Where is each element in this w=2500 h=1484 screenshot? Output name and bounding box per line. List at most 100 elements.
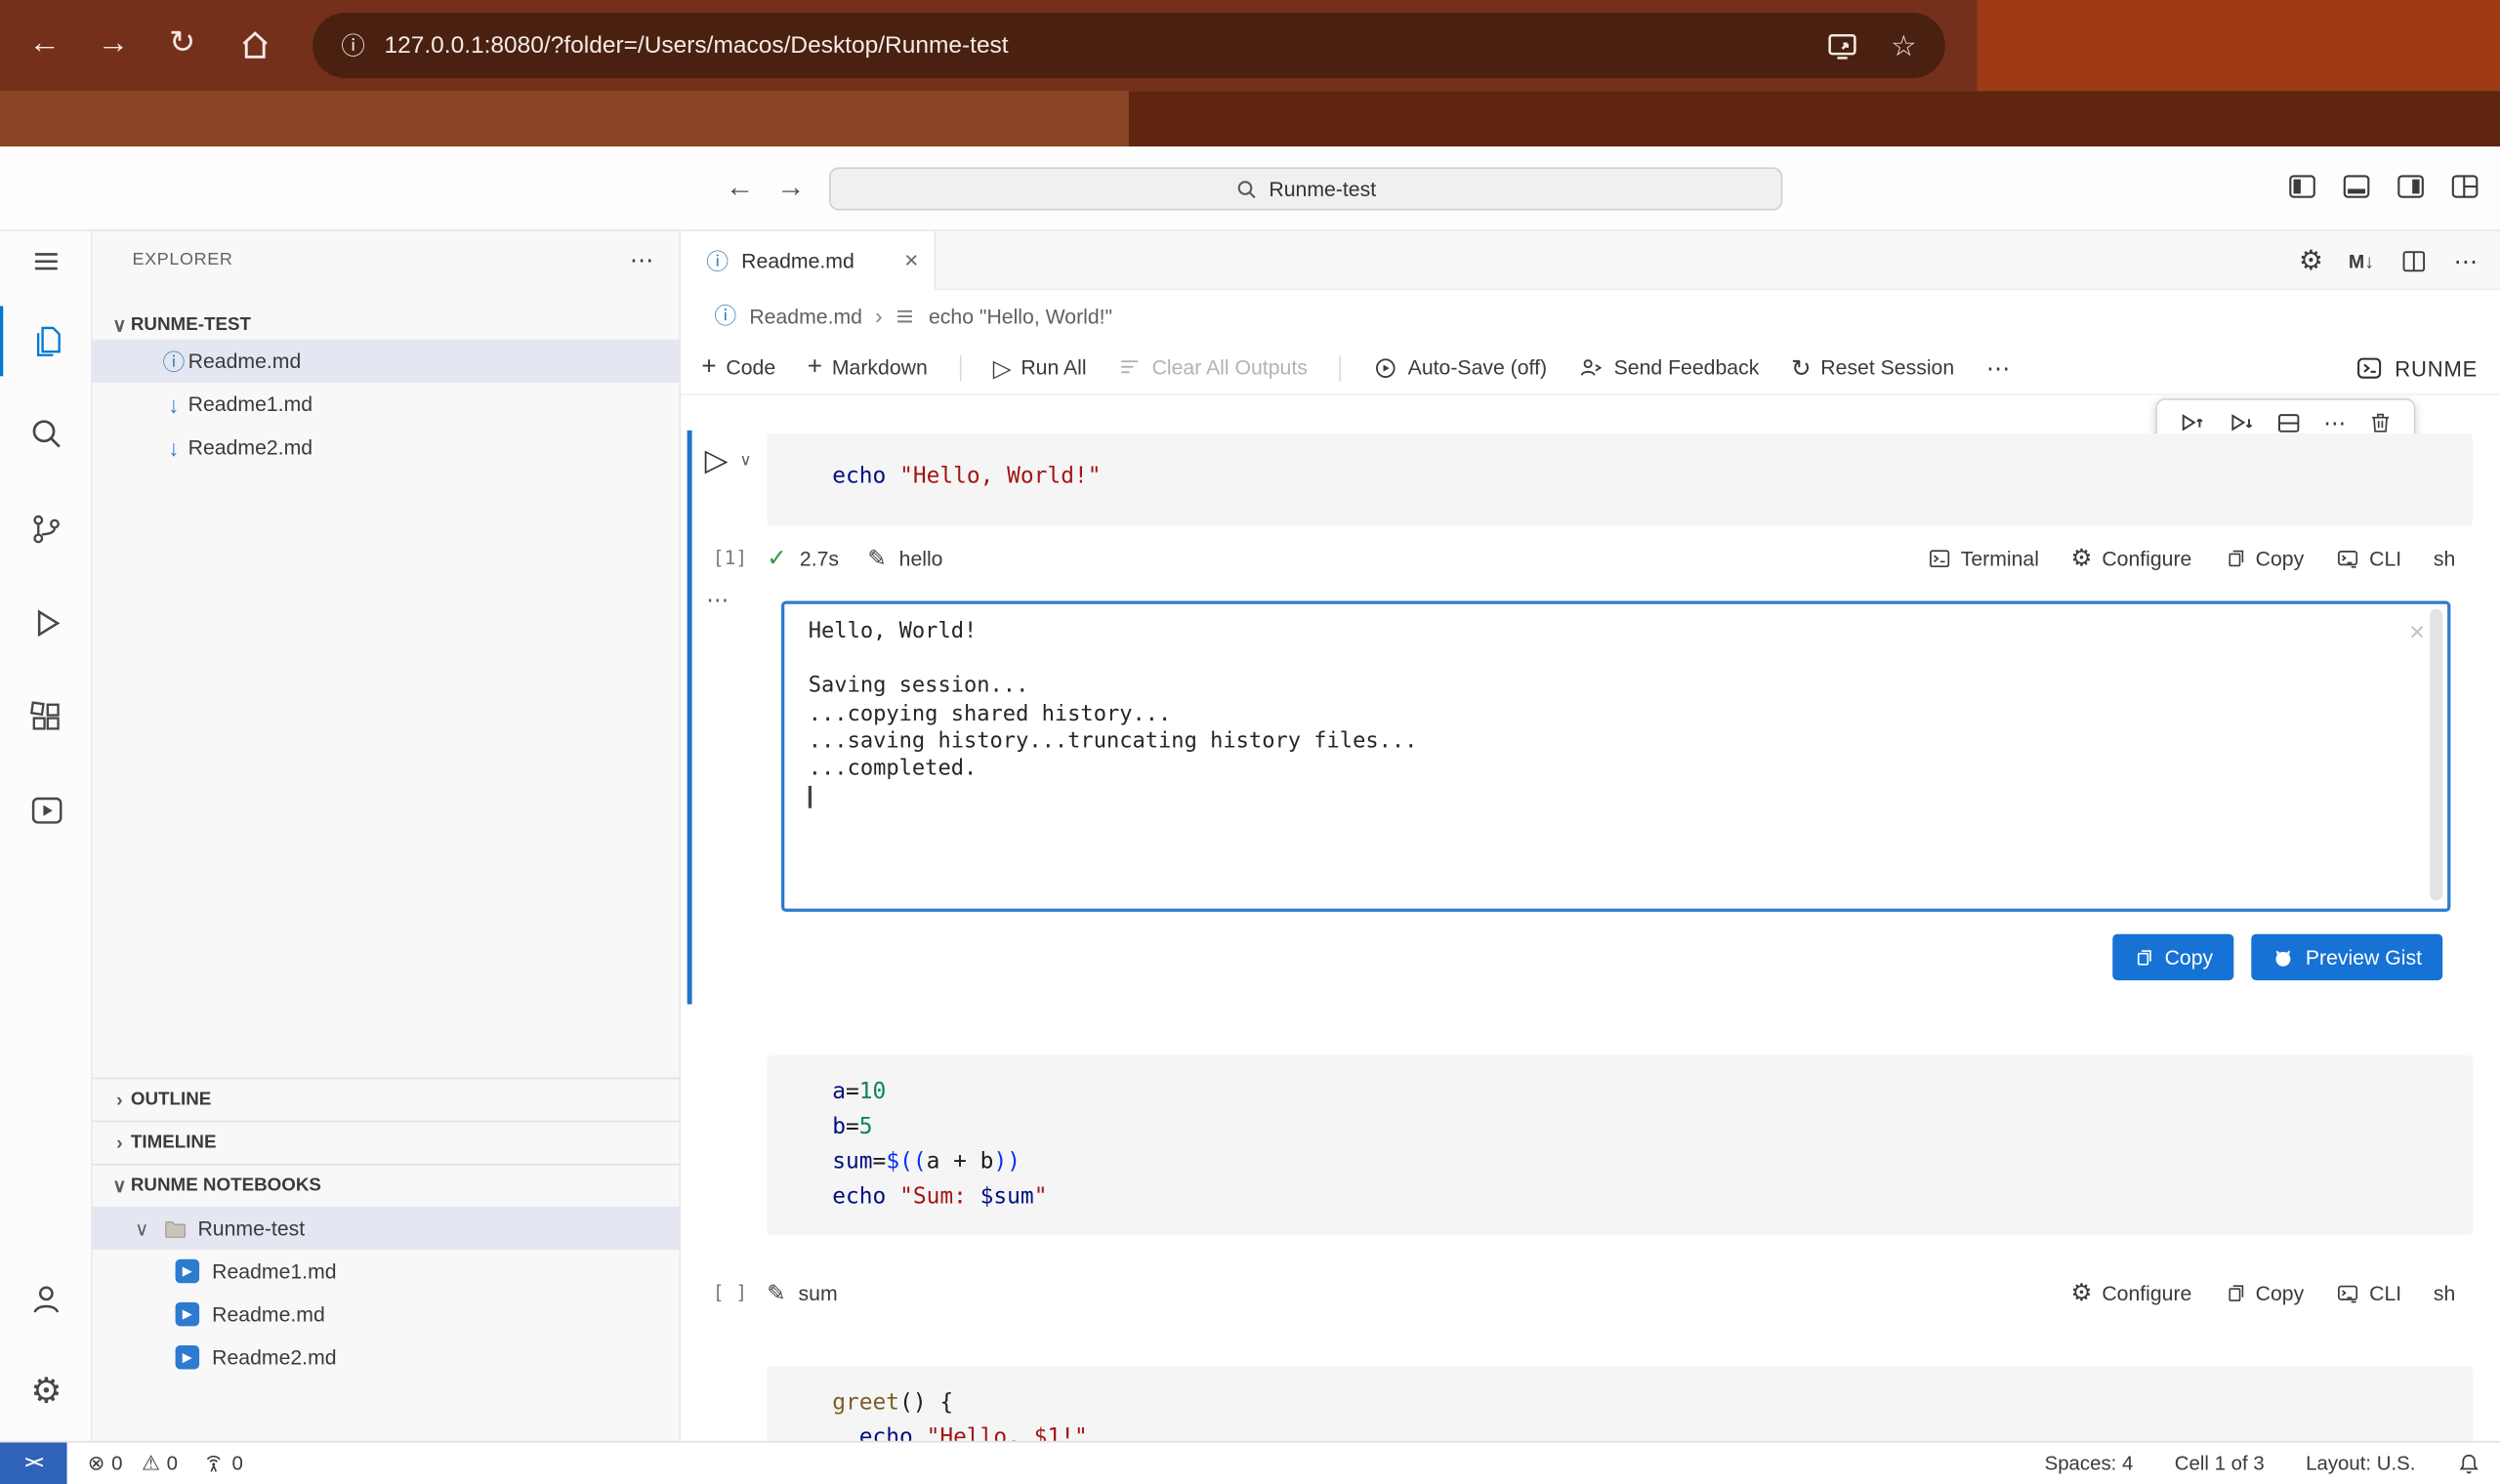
notebook-item-readme2[interactable]: ▶ Readme2.md [93,1336,680,1379]
cell-language[interactable]: sh [2434,1281,2455,1304]
add-markdown-button[interactable]: + Markdown [808,353,928,382]
file-item-readme2[interactable]: ↓ Readme2.md [93,426,680,469]
notebook-settings-gear-icon[interactable]: ⚙ [2299,245,2323,277]
auto-save-button[interactable]: Auto-Save (off) [1373,354,1547,380]
cell-language[interactable]: sh [2434,546,2455,569]
code-cell-2[interactable]: a=10 b=5 sum=$((a + b)) echo "Sum: $sum" [767,1055,2473,1235]
tab-readme[interactable]: ⓘ Readme.md × [681,231,936,290]
notebook-folder-runme-test[interactable]: ∨ Runme-test [93,1207,680,1250]
cli-action[interactable]: CLI [2336,546,2401,569]
settings-gear-icon[interactable]: ⚙ [0,1356,93,1426]
auto-save-icon [1373,354,1398,380]
file-item-readme[interactable]: ⓘ Readme.md [93,340,680,383]
indent-indicator[interactable]: Spaces: 4 [2045,1452,2134,1474]
search-value: Runme-test [1269,177,1376,200]
accounts-icon[interactable] [0,1264,93,1335]
remote-indicator[interactable]: >< [0,1443,67,1484]
code-cell-1[interactable]: echo "Hello, World!" [767,433,2473,526]
bookmark-star-icon[interactable]: ☆ [1891,31,1916,60]
toggle-secondary-sidebar-icon[interactable] [2395,171,2427,203]
run-debug-icon[interactable] [0,588,93,658]
output-more-icon[interactable]: ⋯ [706,587,729,614]
browser-toolbar: ← → ↻ ⓘ 127.0.0.1:8080/?folder=/Users/ma… [0,0,2500,91]
browser-strip [0,91,2500,146]
output-close-icon[interactable]: × [2409,617,2425,649]
run-all-button[interactable]: ▷ Run All [993,353,1087,382]
cell-name[interactable]: sum [799,1281,838,1304]
chevron-down-icon: ∨ [108,313,131,336]
browser-home-icon[interactable] [237,27,272,62]
reset-session-button[interactable]: ↻ Reset Session [1791,353,1954,382]
markdown-preview-icon[interactable]: M↓ [2349,250,2374,272]
copy-action[interactable]: Copy [2224,1281,2304,1304]
editor-more-actions-icon[interactable]: ⋯ [2454,246,2478,274]
runme-notebooks-section[interactable]: ∨ RUNME NOTEBOOKS [93,1164,680,1207]
breadcrumb-cell[interactable]: echo "Hello, World!" [929,304,1112,327]
execute-above-icon[interactable] [2179,409,2206,436]
site-info-icon[interactable]: ⓘ [341,28,365,62]
errors-icon: ⊗ [88,1451,105,1476]
menu-hamburger-icon[interactable] [0,227,93,297]
keyboard-layout-indicator[interactable]: Layout: U.S. [2306,1452,2415,1474]
cast-icon[interactable] [1825,28,1858,62]
cli-action[interactable]: CLI [2336,1281,2401,1304]
cell-1-output[interactable]: Hello, World! Saving session... ...copyi… [781,601,2450,912]
cell-more-actions-icon[interactable]: ⋯ [2323,409,2346,436]
delete-cell-icon[interactable] [2367,410,2393,435]
execution-count: [ ] [713,1282,747,1304]
configure-action[interactable]: ⚙ Configure [2071,544,2192,572]
extensions-icon[interactable] [0,682,93,753]
terminal-action[interactable]: Terminal [1927,546,2038,569]
copy-output-button[interactable]: Copy [2112,934,2234,980]
breadcrumb-file[interactable]: Readme.md [749,304,862,327]
browser-forward-icon[interactable]: → [98,27,130,60]
output-line: Hello, World! [809,618,2406,645]
source-control-icon[interactable] [0,494,93,564]
history-back-icon[interactable]: ← [726,171,754,204]
workspace-label: RUNME-TEST [131,314,251,334]
runme-notebooks-view-icon[interactable] [0,774,93,845]
edit-name-pencil-icon[interactable]: ✎ [867,545,886,572]
notifications-bell-icon[interactable] [2457,1452,2480,1475]
run-cell-chevron-icon[interactable]: ∨ [740,453,752,471]
chevron-right-icon: › [108,1132,131,1154]
code-cell-3[interactable]: greet() { echo "Hello, $1!" [767,1366,2473,1441]
explorer-icon[interactable] [0,306,93,376]
notebook-item-readme[interactable]: ▶ Readme.md [93,1293,680,1336]
problems-indicator[interactable]: ⊗ 0 ⚠ 0 [88,1451,178,1476]
search-view-icon[interactable] [0,398,93,469]
file-item-readme1[interactable]: ↓ Readme1.md [93,383,680,426]
toolbar-more-icon[interactable]: ⋯ [1986,353,2010,382]
cell-name[interactable]: hello [899,546,943,569]
split-cell-icon[interactable] [2275,409,2303,436]
outline-section[interactable]: › OUTLINE [93,1078,680,1121]
edit-name-pencil-icon[interactable]: ✎ [767,1279,785,1306]
notebook-item-readme1[interactable]: ▶ Readme1.md [93,1250,680,1293]
url-bar[interactable]: ⓘ 127.0.0.1:8080/?folder=/Users/macos/De… [312,13,1945,78]
browser-reload-icon[interactable]: ↻ [169,27,195,60]
command-center-search[interactable]: Runme-test [829,167,1782,210]
notebook-toolbar: + Code + Markdown ▷ Run All Clear All [681,341,2500,395]
browser-back-icon[interactable]: ← [28,27,61,60]
timeline-section[interactable]: › TIMELINE [93,1121,680,1164]
send-feedback-button[interactable]: Send Feedback [1579,354,1760,380]
execute-below-icon[interactable] [2227,409,2254,436]
output-scrollbar[interactable] [2430,609,2442,901]
folder-label: Runme-test [197,1216,305,1240]
copy-action[interactable]: Copy [2224,546,2304,569]
ports-indicator[interactable]: 0 [203,1452,243,1474]
add-code-button[interactable]: + Code [701,353,775,382]
history-forward-icon[interactable]: → [776,171,805,204]
explorer-more-actions-icon[interactable]: ⋯ [630,245,653,273]
tab-close-icon[interactable]: × [904,247,918,274]
runme-notebooks-label: RUNME NOTEBOOKS [131,1176,321,1196]
configure-action[interactable]: ⚙ Configure [2071,1278,2192,1306]
preview-gist-button[interactable]: Preview Gist [2251,934,2442,980]
cell-position-indicator[interactable]: Cell 1 of 3 [2175,1452,2265,1474]
customize-layout-icon[interactable] [2449,171,2481,203]
run-cell-icon[interactable]: ▷ [705,443,729,480]
toggle-panel-icon[interactable] [2341,171,2373,203]
copy-icon [2224,1282,2246,1304]
split-editor-icon[interactable] [2399,246,2428,274]
toggle-sidebar-icon[interactable] [2286,171,2318,203]
